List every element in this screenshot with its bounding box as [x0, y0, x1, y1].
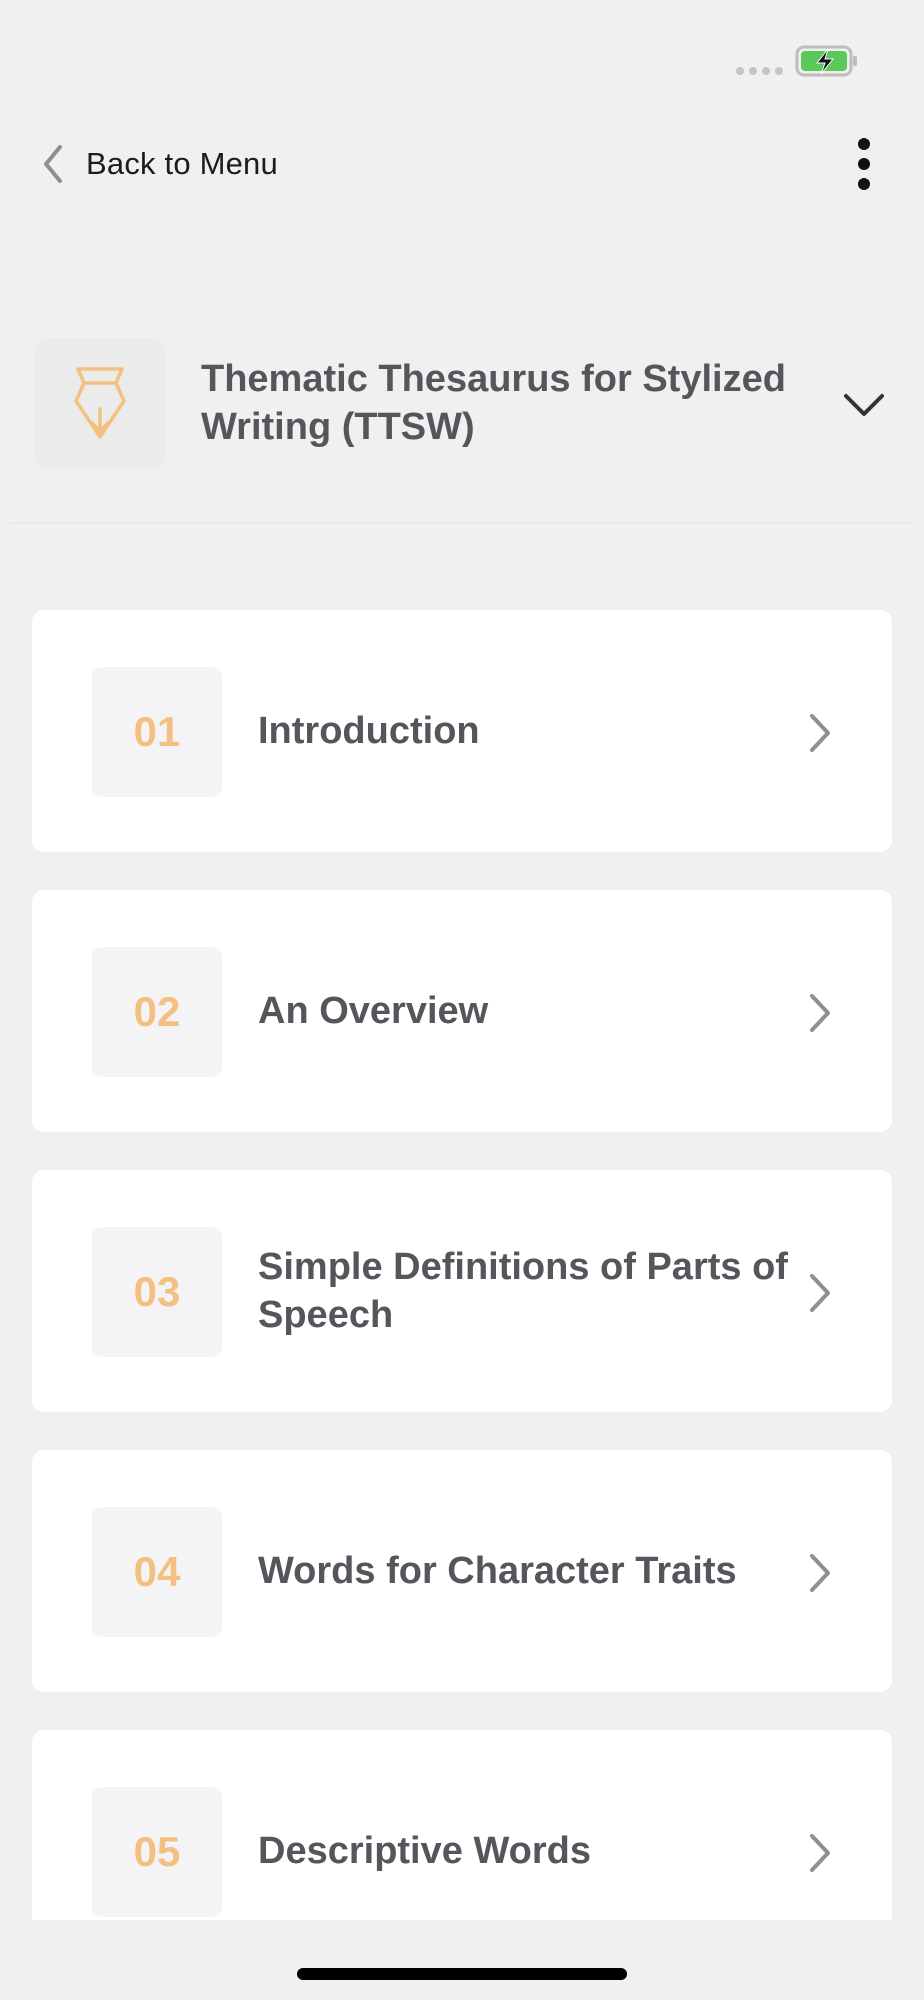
- chevron-right-icon: [810, 994, 830, 1032]
- chapter-number-box: 05: [92, 1787, 222, 1917]
- chapter-card[interactable]: 04 Words for Character Traits: [32, 1450, 892, 1692]
- book-title: Thematic Thesaurus for Stylized Writing …: [201, 358, 786, 448]
- chapter-number-box: 01: [92, 667, 222, 797]
- book-icon-container: [35, 338, 165, 468]
- chapter-title: Words for Character Traits: [258, 1550, 737, 1592]
- book-selector[interactable]: Thematic Thesaurus for Stylized Writing …: [0, 338, 924, 470]
- pen-nib-icon: [74, 367, 126, 439]
- battery-charging-icon: [795, 45, 857, 77]
- chapter-title: An Overview: [258, 990, 489, 1032]
- chapter-card[interactable]: 03 Simple Definitions of Parts of Speech: [32, 1170, 892, 1412]
- back-label: Back to Menu: [86, 146, 278, 181]
- chevron-right-icon: [810, 1274, 830, 1312]
- chevron-down-icon[interactable]: [840, 384, 888, 424]
- more-options-icon[interactable]: [848, 134, 880, 194]
- chapter-card[interactable]: 02 An Overview: [32, 890, 892, 1132]
- chapter-number: 05: [133, 1828, 181, 1875]
- chapter-number: 03: [133, 1268, 181, 1315]
- chapter-number: 01: [133, 708, 181, 755]
- navigation-bar: Back to Menu: [0, 130, 924, 200]
- chevron-right-icon: [810, 714, 830, 752]
- chevron-right-icon: [810, 1834, 830, 1872]
- chapter-card[interactable]: 01 Introduction: [32, 610, 892, 852]
- chapter-list: 01 Introduction 02 An Overview 03 Simple…: [32, 610, 892, 1920]
- chapter-card[interactable]: 05 Descriptive Words: [32, 1730, 892, 1920]
- chapter-number-box: 02: [92, 947, 222, 1077]
- signal-icon: [736, 67, 783, 75]
- chevron-right-icon: [810, 1554, 830, 1592]
- divider: [10, 522, 914, 524]
- home-indicator[interactable]: [297, 1968, 627, 1980]
- status-bar: [0, 0, 924, 110]
- chapter-number: 04: [133, 1548, 181, 1595]
- chapter-title: Simple Definitions of Parts of Speech: [258, 1246, 788, 1336]
- back-to-menu-button[interactable]: Back to Menu: [40, 138, 278, 190]
- chapter-number: 02: [133, 988, 181, 1035]
- chapter-number-box: 03: [92, 1227, 222, 1357]
- chapter-title: Descriptive Words: [258, 1830, 591, 1872]
- chevron-left-icon: [44, 145, 62, 183]
- chapter-number-box: 04: [92, 1507, 222, 1637]
- chapter-title: Introduction: [258, 710, 480, 752]
